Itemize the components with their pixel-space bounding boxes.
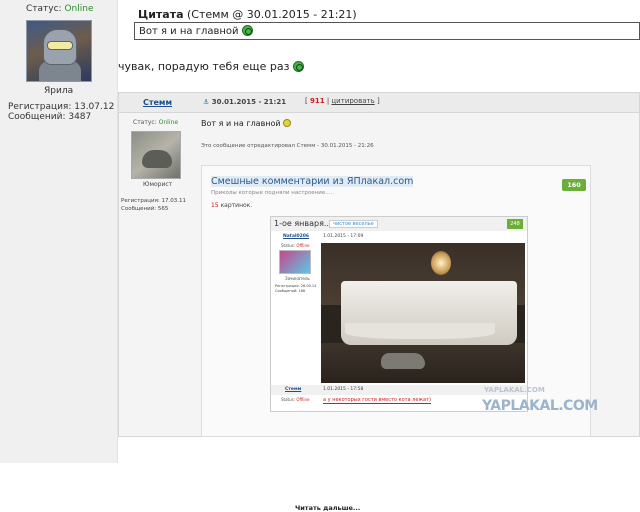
rating-open: [ <box>305 97 308 105</box>
rating-close: ] <box>376 97 380 105</box>
nested-status-label: Status: <box>281 243 296 248</box>
inner-user-rank: Юморист <box>143 181 173 188</box>
quote-header: Цитата (Стемм @ 30.01.2015 - 21:21) <box>138 8 357 21</box>
quote-box: Вот я и на главной <box>134 22 640 40</box>
inner-post-header: Стемм ⚓ 30.01.2015 - 21:21 [ 911 | цитир… <box>119 93 639 113</box>
avatar-visor-shape <box>47 41 73 50</box>
watermark-small: YAPLAKAL.COM <box>484 386 545 394</box>
post-text: чувак, порадую тебя еще раз <box>118 60 304 73</box>
cat-shape <box>142 150 172 168</box>
inner-date-text: 30.01.2015 - 21:21 <box>211 98 287 106</box>
user-status: Статус: Online <box>26 4 94 14</box>
edit-note: Это сообщение отредактировал Стемм - 30.… <box>201 143 374 149</box>
quote-title: Цитата <box>138 8 184 21</box>
inner-author-link[interactable]: Стемм <box>143 98 172 107</box>
inner-avatar <box>131 131 181 179</box>
nested-screenshot: 1-ое января... чистое веселье 248 Natal0… <box>270 216 528 412</box>
quote-text: Вот я и на главной <box>139 26 239 37</box>
article-preview: Смешные комментарии из ЯПлакал.com Прико… <box>201 165 591 512</box>
article-title-text: Смешные комментарии из ЯПлакал.com <box>211 176 414 187</box>
article-subtitle: Приколы которые подняли настроение..... <box>211 190 334 196</box>
nested-footer-status-label: Status: <box>281 397 296 402</box>
nested-user: Natal0206 <box>283 234 310 239</box>
inner-text-content: Вот я и на главной <box>201 119 281 128</box>
nested-stats: Регистрация: 26.09.14 Сообщений: 166 <box>275 284 316 294</box>
inner-post-date: ⚓ 30.01.2015 - 21:21 <box>203 98 286 106</box>
post-text-content: чувак, порадую тебя еще раз <box>118 60 290 73</box>
nested-tag: чистое веселье <box>329 220 378 228</box>
status-value: Online <box>64 4 94 14</box>
smiley-icon <box>283 119 292 127</box>
inner-user-status: Статус: Online <box>133 119 178 126</box>
nested-footer-user: Стемм <box>285 387 302 392</box>
inner-status-label: Статус: <box>133 119 157 126</box>
article-title[interactable]: Смешные комментарии из ЯПлакал.com <box>211 176 414 187</box>
nested-status: Status: Offline <box>281 243 310 248</box>
read-more-link[interactable]: Читать дальше... <box>295 504 360 512</box>
smiley-icon <box>241 25 253 36</box>
inner-post-text: Вот я и на главной <box>201 119 292 128</box>
party-photo <box>321 243 525 383</box>
nested-post-count: Сообщений: 166 <box>275 289 306 293</box>
rating-sep: | <box>326 97 330 105</box>
picture-count-text: картинок. <box>220 202 253 209</box>
nested-footer-date: 1.01.2015 - 17:58 <box>323 387 364 392</box>
embedded-post-image: Стемм ⚓ 30.01.2015 - 21:21 [ 911 | цитир… <box>118 92 640 512</box>
picture-count: 15 картинок. <box>211 202 252 209</box>
anchor-icon: ⚓ <box>203 98 210 106</box>
post-count: Сообщений: 3487 <box>8 112 92 122</box>
nested-status-value: Offline <box>296 243 310 248</box>
nested-footer-status: Status: Offline <box>281 397 310 402</box>
avatar[interactable] <box>26 20 92 82</box>
rating-value: 911 <box>309 97 325 105</box>
cite-link[interactable]: цитировать <box>331 97 374 105</box>
nested-rank: Зачинатель <box>285 276 310 281</box>
quote-meta: (Стемм @ 30.01.2015 - 21:21) <box>187 8 357 21</box>
inner-registration: Регистрация: 17.03.11 <box>121 198 186 204</box>
nested-avatar <box>279 250 311 274</box>
user-stats: Регистрация: 13.07.12 Сообщений: 3487 <box>8 102 114 122</box>
nested-date: 1.01.2015 - 17:09 <box>323 234 364 239</box>
inner-status-value: Online <box>158 119 179 126</box>
status-label: Статус: <box>26 4 62 14</box>
inner-post-count: Сообщений: 565 <box>121 206 169 212</box>
picture-count-number: 15 <box>211 202 219 209</box>
watermark: YAPLAKAL.COM <box>482 398 598 414</box>
smiley-icon <box>292 61 304 72</box>
registration-date: Регистрация: 13.07.12 <box>8 102 115 112</box>
inner-user-stats: Регистрация: 17.03.11 Сообщений: 565 <box>121 197 186 213</box>
photo-lamp <box>431 251 451 275</box>
nested-footer-status-value: Offline <box>296 397 310 402</box>
inner-rating: [ 911 | цитировать ] <box>305 97 380 105</box>
user-info-column: Статус: Online Ярила Регистрация: 13.07.… <box>0 0 118 463</box>
photo-tablecloth <box>345 323 495 339</box>
nested-badge: 248 <box>507 219 523 229</box>
nested-footer-text: а у некоторых гости вместо кота лежат) <box>323 397 431 404</box>
photo-cat <box>381 353 425 369</box>
user-nick[interactable]: Ярила <box>44 86 73 96</box>
nested-title: 1-ое января... <box>274 219 332 228</box>
rating-badge: 160 <box>562 179 586 191</box>
